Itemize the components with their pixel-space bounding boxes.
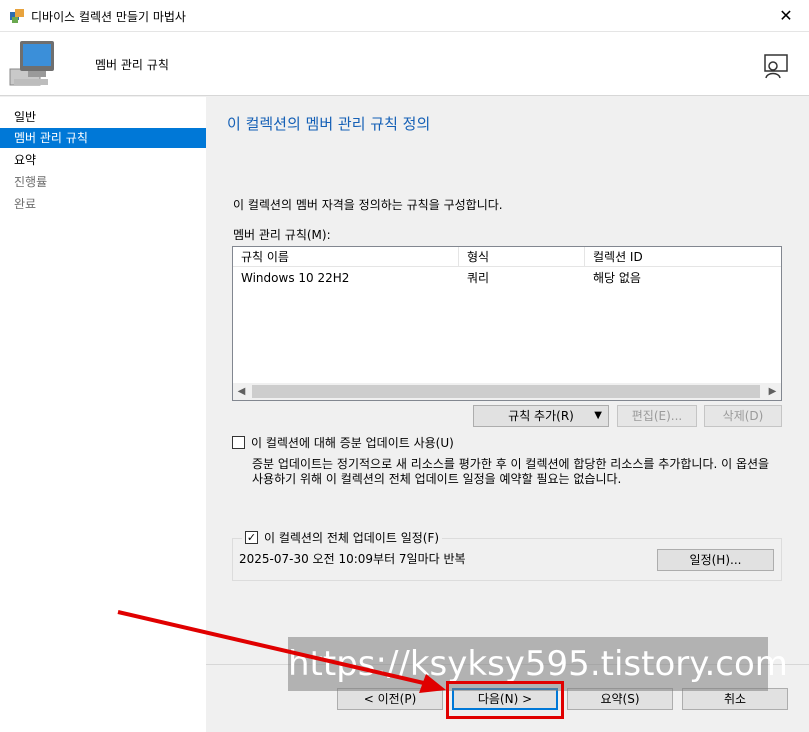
previous-button[interactable]: < 이전(P) xyxy=(337,688,443,710)
header-title: 멤버 관리 규칙 xyxy=(95,58,169,72)
page-title: 이 컬렉션의 멤버 관리 규칙 정의 xyxy=(227,115,431,133)
computer-icon xyxy=(9,41,54,86)
membership-rules-list[interactable]: 규칙 이름 형식 컬렉션 ID Windows 10 22H2 쿼리 해당 없음… xyxy=(232,246,782,401)
incremental-update-option[interactable]: 이 컬렉션에 대해 증분 업데이트 사용(U) xyxy=(232,434,454,451)
schedule-text: 2025-07-30 오전 10:09부터 7일마다 반복 xyxy=(239,552,466,566)
sidebar-item-summary: 요약 xyxy=(14,153,37,167)
horizontal-scrollbar[interactable]: ◀ ▶ xyxy=(233,383,781,400)
wizard-header: 멤버 관리 규칙 xyxy=(0,32,809,96)
rules-list-label: 멤버 관리 규칙(M): xyxy=(233,228,331,242)
collection-id-cell: 해당 없음 xyxy=(593,271,641,285)
title-bar: 디바이스 컬렉션 만들기 마법사 ✕ xyxy=(0,0,809,32)
sidebar-item-completion: 완료 xyxy=(14,197,37,211)
table-row[interactable]: Windows 10 22H2 쿼리 해당 없음 xyxy=(233,268,781,288)
scrollbar-thumb[interactable] xyxy=(252,385,760,398)
full-update-checkbox[interactable]: ✓ xyxy=(245,531,258,544)
sidebar-item-progress: 진행률 xyxy=(14,175,48,189)
user-help-icon[interactable] xyxy=(762,52,790,80)
full-update-option[interactable]: ✓ 이 컬렉션의 전체 업데이트 일정(F) xyxy=(242,529,443,546)
column-header-type[interactable]: 형식 xyxy=(459,247,585,267)
delete-rule-button[interactable]: 삭제(D) xyxy=(704,405,782,427)
schedule-button[interactable]: 일정(H)... xyxy=(657,549,774,571)
rule-name-cell: Windows 10 22H2 xyxy=(241,271,350,285)
incremental-update-checkbox[interactable] xyxy=(232,436,245,449)
sidebar-item-general: 일반 xyxy=(14,110,37,124)
window-title: 디바이스 컬렉션 만들기 마법사 xyxy=(31,10,186,24)
list-header: 규칙 이름 형식 컬렉션 ID xyxy=(233,247,781,267)
incremental-update-label: 이 컬렉션에 대해 증분 업데이트 사용(U) xyxy=(251,436,454,450)
add-rule-label: 규칙 추가(R) xyxy=(508,409,574,423)
close-icon[interactable]: ✕ xyxy=(763,0,809,31)
next-button-highlight xyxy=(446,681,564,719)
incremental-update-note: 증분 업데이트는 정기적으로 새 리소스를 평가한 후 이 컬렉션에 합당한 리… xyxy=(252,457,770,486)
wizard-app-icon xyxy=(10,9,24,23)
sidebar-item-membership-rules: 멤버 관리 규칙 xyxy=(0,128,206,148)
add-rule-button[interactable]: 규칙 추가(R) ▼ xyxy=(473,405,609,427)
summary-button[interactable]: 요약(S) xyxy=(567,688,673,710)
edit-rule-button[interactable]: 편집(E)... xyxy=(617,405,697,427)
cancel-button[interactable]: 취소 xyxy=(682,688,788,710)
rule-type-cell: 쿼리 xyxy=(467,271,490,285)
scroll-left-icon[interactable]: ◀ xyxy=(233,383,250,400)
column-header-collection-id[interactable]: 컬렉션 ID xyxy=(585,247,781,267)
scroll-right-icon[interactable]: ▶ xyxy=(764,383,781,400)
full-update-label: 이 컬렉션의 전체 업데이트 일정(F) xyxy=(264,531,440,545)
wizard-steps-sidebar: 일반 멤버 관리 규칙 요약 진행률 완료 xyxy=(0,97,206,732)
dropdown-caret-icon: ▼ xyxy=(594,410,602,421)
column-header-rule-name[interactable]: 규칙 이름 xyxy=(233,247,459,267)
page-description: 이 컬렉션의 멤버 자격을 정의하는 규칙을 구성합니다. xyxy=(233,198,503,212)
